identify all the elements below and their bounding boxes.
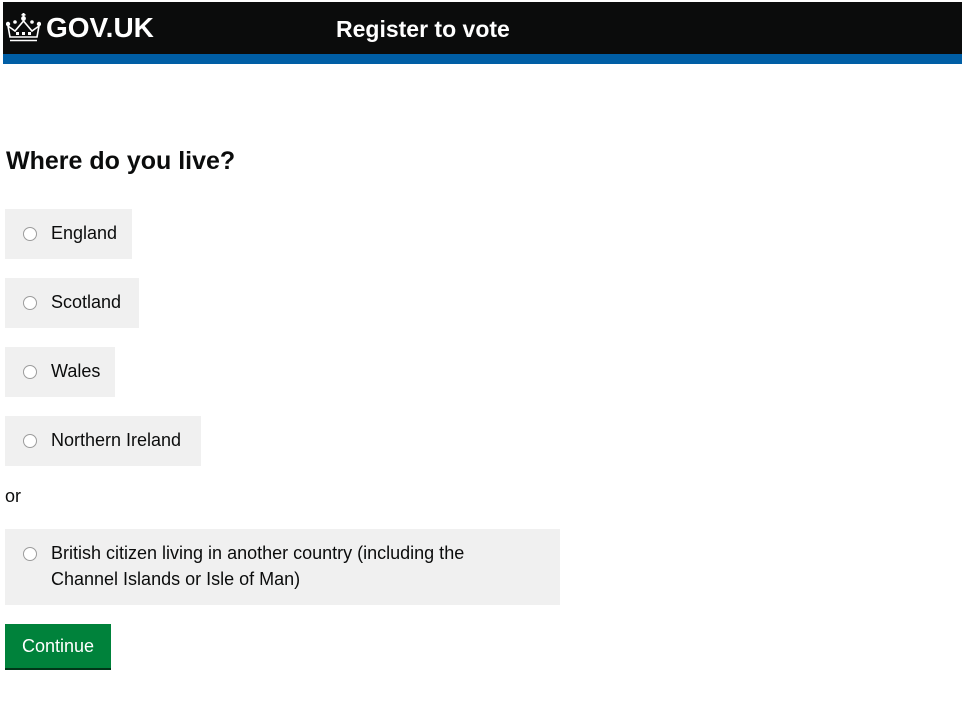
service-name[interactable]: Register to vote <box>336 15 510 43</box>
radio-abroad[interactable] <box>23 547 37 561</box>
crown-icon <box>6 13 41 43</box>
govuk-logo-link[interactable]: GOV.UK <box>6 11 154 45</box>
radio-option-scotland[interactable]: Scotland <box>5 278 139 328</box>
or-separator: or <box>5 486 22 506</box>
radio-label-northern-ireland: Northern Ireland <box>51 430 182 450</box>
radio-scotland[interactable] <box>23 296 37 310</box>
page-question: Where do you live? <box>6 147 236 175</box>
radio-northern-ireland[interactable] <box>23 434 37 448</box>
radio-label-abroad: British citizen living in another countr… <box>51 540 464 592</box>
radio-label-scotland: Scotland <box>51 292 122 312</box>
page: GOV.UK Register to vote Where do you liv… <box>0 0 964 708</box>
radio-label-abroad-line1: British citizen living in another countr… <box>51 543 465 563</box>
continue-button[interactable]: Continue <box>5 624 111 670</box>
radio-option-wales[interactable]: Wales <box>5 347 115 397</box>
radio-label-england: England <box>51 223 118 243</box>
logo-text: GOV.UK <box>46 12 154 43</box>
site-header: GOV.UK Register to vote <box>3 2 962 54</box>
radio-option-england[interactable]: England <box>5 209 132 259</box>
radio-label-wales: Wales <box>51 361 101 381</box>
radio-label-abroad-line2: Channel Islands or Isle of Man) <box>51 569 301 589</box>
radio-wales[interactable] <box>23 365 37 379</box>
radio-option-northern-ireland[interactable]: Northern Ireland <box>5 416 201 466</box>
radio-option-abroad[interactable]: British citizen living in another countr… <box>5 529 560 605</box>
radio-england[interactable] <box>23 227 37 241</box>
header-accent-bar <box>3 54 962 64</box>
